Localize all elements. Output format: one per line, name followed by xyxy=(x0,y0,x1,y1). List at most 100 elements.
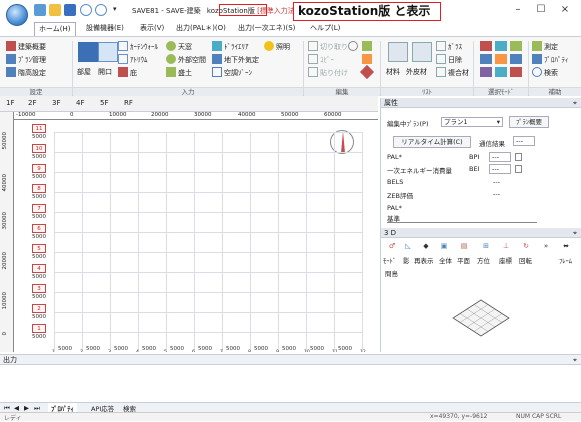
mode-icon[interactable]: ♂ xyxy=(385,242,399,250)
open-icon[interactable] xyxy=(49,4,61,16)
grid-line-h xyxy=(54,292,362,293)
frame-icon[interactable]: ⬌ xyxy=(559,242,573,250)
copy-button[interactable]: ｺﾋﾟｰ xyxy=(308,54,334,65)
delete-icon[interactable] xyxy=(359,64,375,80)
floor-level-badge[interactable]: 10 xyxy=(32,144,46,153)
curtain-wall-button[interactable]: ｶｰﾃﾝｳｫｰﾙ xyxy=(118,41,158,52)
floor-level-badge[interactable]: 11 xyxy=(32,124,46,133)
material-label[interactable]: 材料 xyxy=(386,67,400,77)
pin-icon[interactable]: ⌖ xyxy=(573,228,577,238)
direction-icon[interactable]: ⊞ xyxy=(479,242,493,250)
ac-zone-button[interactable]: 空調ｿﾞｰﾝ xyxy=(212,67,252,78)
whole-icon[interactable]: ▣ xyxy=(437,242,451,250)
property-button[interactable]: ﾌﾟﾛﾊﾟﾃｨ xyxy=(532,54,569,65)
nav-next-icon[interactable]: ▶ xyxy=(24,404,29,412)
floor-level-badge[interactable]: 8 xyxy=(32,184,46,193)
tab-equipment[interactable]: 設備機器(E) xyxy=(82,22,128,36)
earth-fill-button[interactable]: 盛土 xyxy=(166,67,192,78)
floor-level-badge[interactable]: 6 xyxy=(32,224,46,233)
undo-icon[interactable] xyxy=(80,4,92,16)
span-length-label: 5000 xyxy=(254,346,268,352)
glass-button[interactable]: ｶﾞﾗｽ xyxy=(436,41,462,52)
opening-icon[interactable] xyxy=(98,42,118,62)
plan-icon xyxy=(6,54,16,64)
save-icon[interactable] xyxy=(64,4,76,16)
select-all-icon[interactable] xyxy=(480,67,492,77)
plan-overview-button[interactable]: ﾌﾟﾗﾝ概要 xyxy=(509,116,549,128)
floor-level-badge[interactable]: 7 xyxy=(32,204,46,213)
redo-icon[interactable] xyxy=(95,4,107,16)
plan-manage-button[interactable]: ﾌﾟﾗﾝ管理 xyxy=(6,54,46,65)
undo-edit-icon[interactable] xyxy=(348,41,358,51)
3d-grid-preview[interactable] xyxy=(451,298,511,338)
select-light-icon[interactable] xyxy=(510,67,522,77)
outside-space-button[interactable]: 外部空間 xyxy=(166,54,206,65)
redraw-icon[interactable]: ◆ xyxy=(419,242,433,250)
plan-view-icon[interactable]: ▤ xyxy=(457,242,471,250)
nav-prev-icon[interactable]: ◀ xyxy=(14,404,19,412)
erase-icon[interactable] xyxy=(362,54,372,64)
close-button[interactable]: × xyxy=(555,4,575,15)
pin-icon[interactable]: ⌖ xyxy=(573,98,577,108)
composite-button[interactable]: 複合材 xyxy=(436,67,469,78)
floor-level-badge[interactable]: 9 xyxy=(32,164,46,173)
shadow-icon[interactable]: ◺ xyxy=(401,242,415,250)
ceiling-height-button[interactable]: 階高設定 xyxy=(6,67,46,78)
floor-tab-5f[interactable]: 5F xyxy=(100,99,108,107)
select-eaves-icon[interactable] xyxy=(495,54,507,64)
measure-button[interactable]: 測定 xyxy=(532,41,558,52)
floor-tab-rf[interactable]: RF xyxy=(124,99,133,107)
tab-output-energy[interactable]: 出力(一次エネ)(S) xyxy=(234,22,299,36)
floor-level-badge[interactable]: 1 xyxy=(32,324,46,333)
tab-home[interactable]: ホーム(H) xyxy=(34,22,76,36)
select-space-icon[interactable] xyxy=(495,67,507,77)
floor-tab-4f[interactable]: 4F xyxy=(76,99,84,107)
floor-level-badge[interactable]: 3 xyxy=(32,284,46,293)
select-floor-icon[interactable] xyxy=(510,54,522,64)
quick-access-dropdown-icon[interactable]: ▾ xyxy=(113,5,117,13)
search-button[interactable]: 検索 xyxy=(532,67,558,78)
tab-output-pal[interactable]: 出力(PAL＊)(O) xyxy=(172,22,230,36)
sunshade-button[interactable]: 日除 xyxy=(436,54,462,65)
chevron-down-icon: ▾ xyxy=(496,118,500,126)
opening-label[interactable]: 開口 xyxy=(98,67,112,77)
coords-icon[interactable]: ⊥ xyxy=(499,242,513,250)
more-icon[interactable]: » xyxy=(539,242,553,250)
tab-help[interactable]: ヘルプ(L) xyxy=(306,22,344,36)
floor-level-badge[interactable]: 2 xyxy=(32,304,46,313)
select-opening-icon[interactable] xyxy=(495,41,507,51)
exterior-label[interactable]: 外皮材 xyxy=(406,67,427,77)
room-icon[interactable] xyxy=(78,42,98,62)
floor-tab-3f[interactable]: 3F xyxy=(52,99,60,107)
material-icon[interactable] xyxy=(388,42,408,62)
select-room-icon[interactable] xyxy=(480,41,492,51)
pin-icon[interactable]: ⌖ xyxy=(573,355,577,365)
atrium-button[interactable]: ｱﾄﾘｳﾑ xyxy=(118,54,148,65)
lighting-button[interactable]: 照明 xyxy=(264,41,290,52)
maximize-button[interactable]: ☐ xyxy=(531,4,551,15)
plan-select[interactable]: プラン1 ▾ xyxy=(441,117,503,127)
eaves-button[interactable]: 庇 xyxy=(118,67,137,78)
app-menu-button[interactable] xyxy=(6,4,28,26)
rotate-icon[interactable]: ↻ xyxy=(519,242,533,250)
select-wall-icon[interactable] xyxy=(480,54,492,64)
minimize-button[interactable]: – xyxy=(508,4,528,15)
select-zone-icon[interactable] xyxy=(510,41,522,51)
paste-button[interactable]: 貼り付け xyxy=(308,67,348,78)
floor-level-badge[interactable]: 4 xyxy=(32,264,46,273)
exterior-icon[interactable] xyxy=(412,42,432,62)
realtime-calc-button[interactable]: リアルタイム計算(C) xyxy=(393,136,471,148)
tab-view[interactable]: 表示(V) xyxy=(136,22,168,36)
drawing-canvas[interactable]: 11 5000 10 5000 9 5000 8 5000 7 5000 6 5000 5 5000 4 50… xyxy=(14,120,378,352)
skylight-button[interactable]: 天窓 xyxy=(166,41,192,52)
drylier-button[interactable]: ﾄﾞﾗｲｴﾘｱ xyxy=(212,41,249,52)
cut-button[interactable]: 切り取り xyxy=(308,41,348,52)
new-icon[interactable] xyxy=(34,4,46,16)
floor-level-badge[interactable]: 5 xyxy=(32,244,46,253)
refresh-icon[interactable] xyxy=(362,41,372,51)
floor-tab-2f[interactable]: 2F xyxy=(28,99,36,107)
floor-tab-1f[interactable]: 1F xyxy=(6,99,14,107)
underground-button[interactable]: 地下外気定 xyxy=(212,54,259,65)
building-overview-button[interactable]: 建築概要 xyxy=(6,41,46,52)
room-label[interactable]: 部屋 xyxy=(77,67,91,77)
